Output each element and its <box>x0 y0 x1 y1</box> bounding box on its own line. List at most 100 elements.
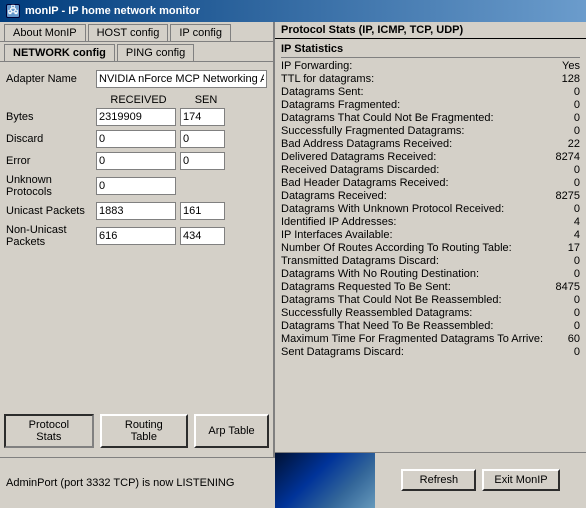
stat-item: Identified IP Addresses:4 <box>281 216 580 228</box>
stat-item: Sent Datagrams Discard:0 <box>281 346 580 358</box>
stat-item-value: 0 <box>550 125 580 137</box>
adapter-input[interactable] <box>96 70 267 88</box>
stat-received-error[interactable] <box>96 152 176 170</box>
exit-button[interactable]: Exit MonIP <box>482 469 559 491</box>
stat-item: Delivered Datagrams Received:8274 <box>281 151 580 163</box>
stat-item: TTL for datagrams: 128 <box>281 73 580 85</box>
stat-item-label: IP Forwarding: <box>281 60 546 72</box>
stat-item-value: 8475 <box>550 281 580 293</box>
protocol-stats-button[interactable]: Protocol Stats <box>4 414 94 448</box>
stat-item: Datagrams That Could Not Be Fragmented: 0 <box>281 112 580 124</box>
stat-label-discard: Discard <box>6 133 96 145</box>
stat-item-label: IP Interfaces Available: <box>281 229 546 241</box>
stat-item-label: Delivered Datagrams Received: <box>281 151 546 163</box>
stat-sent-discard[interactable] <box>180 130 225 148</box>
stat-item-label: Datagrams That Could Not Be Fragmented: <box>281 112 546 124</box>
stat-item: Datagrams With No Routing Destination:0 <box>281 268 580 280</box>
bottom-right: Refresh Exit MonIP <box>275 452 586 507</box>
stat-item-label: Bad Header Datagrams Received: <box>281 177 546 189</box>
stat-item-label: Datagrams That Could Not Be Reassembled: <box>281 294 546 306</box>
stat-item-value: 0 <box>550 294 580 306</box>
stat-item: Datagrams Requested To Be Sent:8475 <box>281 281 580 293</box>
stat-received-unicast[interactable] <box>96 202 176 220</box>
stat-row-error: Error <box>6 152 267 170</box>
col-headers: RECEIVED SEN <box>96 94 267 106</box>
stat-item-value: 0 <box>550 164 580 176</box>
stat-sent-bytes[interactable] <box>180 108 225 126</box>
arp-table-button[interactable]: Arp Table <box>194 414 269 448</box>
stat-item-value: 0 <box>550 307 580 319</box>
routing-table-button[interactable]: Routing Table <box>100 414 188 448</box>
bottom-right-buttons: Refresh Exit MonIP <box>375 469 586 491</box>
stat-item-value: 0 <box>550 320 580 332</box>
stat-item-label: Transmitted Datagrams Discard: <box>281 255 546 267</box>
right-panel-title: Protocol Stats (IP, ICMP, TCP, UDP) <box>275 22 586 39</box>
stat-item-value: 0 <box>550 177 580 189</box>
adapter-label: Adapter Name <box>6 73 96 85</box>
refresh-button[interactable]: Refresh <box>401 469 476 491</box>
tab-about-monip[interactable]: About MonIP <box>4 24 86 41</box>
app-icon: 🖧 <box>6 4 20 18</box>
stat-item: Bad Address Datagrams Received:22 <box>281 138 580 150</box>
stat-item-value: 60 <box>550 333 580 345</box>
stat-item-label: TTL for datagrams: <box>281 73 546 85</box>
stat-item-label: Datagrams Fragmented: <box>281 99 546 111</box>
tab-ip-config[interactable]: IP config <box>170 24 231 41</box>
stat-label-nonunicast: Non-Unicast Packets <box>6 224 96 248</box>
stat-item-label: Datagrams That Need To Be Reassembled: <box>281 320 546 332</box>
stat-received-nonunicast[interactable] <box>96 227 176 245</box>
stat-item-label: Datagrams With Unknown Protocol Received… <box>281 203 546 215</box>
stat-item-value: 0 <box>550 86 580 98</box>
stat-item-label: Maximum Time For Fragmented Datagrams To… <box>281 333 546 345</box>
stat-item-value: 128 <box>550 73 580 85</box>
stat-item: Successfully Reassembled Datagrams: 0 <box>281 307 580 319</box>
stat-item: Datagrams Received:8275 <box>281 190 580 202</box>
col-received-header: RECEIVED <box>96 94 181 106</box>
ip-statistics-title: IP Statistics <box>281 43 580 55</box>
stat-item: Successfully Fragmented Datagrams: 0 <box>281 125 580 137</box>
stat-row-discard: Discard <box>6 130 267 148</box>
tab-ping-config[interactable]: PING config <box>117 44 194 61</box>
stat-sent-unicast[interactable] <box>180 202 225 220</box>
stat-item: IP Interfaces Available:4 <box>281 229 580 241</box>
stat-item-label: Successfully Reassembled Datagrams: <box>281 307 546 319</box>
tab-network-config[interactable]: NETWORK config <box>4 44 115 61</box>
stat-item-label: Successfully Fragmented Datagrams: <box>281 125 546 137</box>
title-bar: 🖧 monIP - IP home network monitor <box>0 0 586 22</box>
stat-label-unknown-protocols: Unknown Protocols <box>6 174 96 198</box>
stat-item: Bad Header Datagrams Received: 0 <box>281 177 580 189</box>
stat-item-label: Datagrams With No Routing Destination: <box>281 268 546 280</box>
stat-row-bytes: Bytes <box>6 108 267 126</box>
stat-label-bytes: Bytes <box>6 111 96 123</box>
col-sent-header: SEN <box>181 94 231 106</box>
tab-row-2: NETWORK config PING config <box>0 44 273 62</box>
left-panel: About MonIP HOST config IP config NETWOR… <box>0 22 275 507</box>
stat-item-label: Received Datagrams Discarded: <box>281 164 546 176</box>
stat-sent-nonunicast[interactable] <box>180 227 225 245</box>
stat-item-value: 0 <box>550 112 580 124</box>
stats-content: IP Statistics IP Forwarding:YesTTL for d… <box>275 39 586 447</box>
title-text: monIP - IP home network monitor <box>25 5 200 17</box>
stat-item: Number Of Routes According To Routing Ta… <box>281 242 580 254</box>
stat-item-label: Datagrams Sent: <box>281 86 546 98</box>
action-buttons-row: Protocol Stats Routing Table Arp Table <box>0 410 273 452</box>
stat-item: Maximum Time For Fragmented Datagrams To… <box>281 333 580 345</box>
stat-item: Datagrams That Could Not Be Reassembled:… <box>281 294 580 306</box>
stat-sent-error[interactable] <box>180 152 225 170</box>
stat-received-unknown-protocols[interactable] <box>96 177 176 195</box>
stat-received-discard[interactable] <box>96 130 176 148</box>
stat-item-value: 0 <box>550 346 580 358</box>
stats-list: IP Forwarding: Yes TTL for datagrams: 128 Da… <box>281 60 580 358</box>
stat-item: Datagrams With Unknown Protocol Received… <box>281 203 580 215</box>
stat-item-value: 17 <box>550 242 580 254</box>
stat-received-bytes[interactable] <box>96 108 176 126</box>
divider <box>281 57 580 58</box>
stat-item-label: Datagrams Received: <box>281 190 546 202</box>
stat-item-value: Yes <box>550 60 580 72</box>
stat-item-value: 0 <box>550 203 580 215</box>
stat-item-label: Number Of Routes According To Routing Ta… <box>281 242 546 254</box>
stat-item-value: 4 <box>550 216 580 228</box>
stat-label-error: Error <box>6 155 96 167</box>
tab-host-config[interactable]: HOST config <box>88 24 169 41</box>
form-area: Adapter Name RECEIVED SEN Bytes Discard … <box>0 66 273 256</box>
